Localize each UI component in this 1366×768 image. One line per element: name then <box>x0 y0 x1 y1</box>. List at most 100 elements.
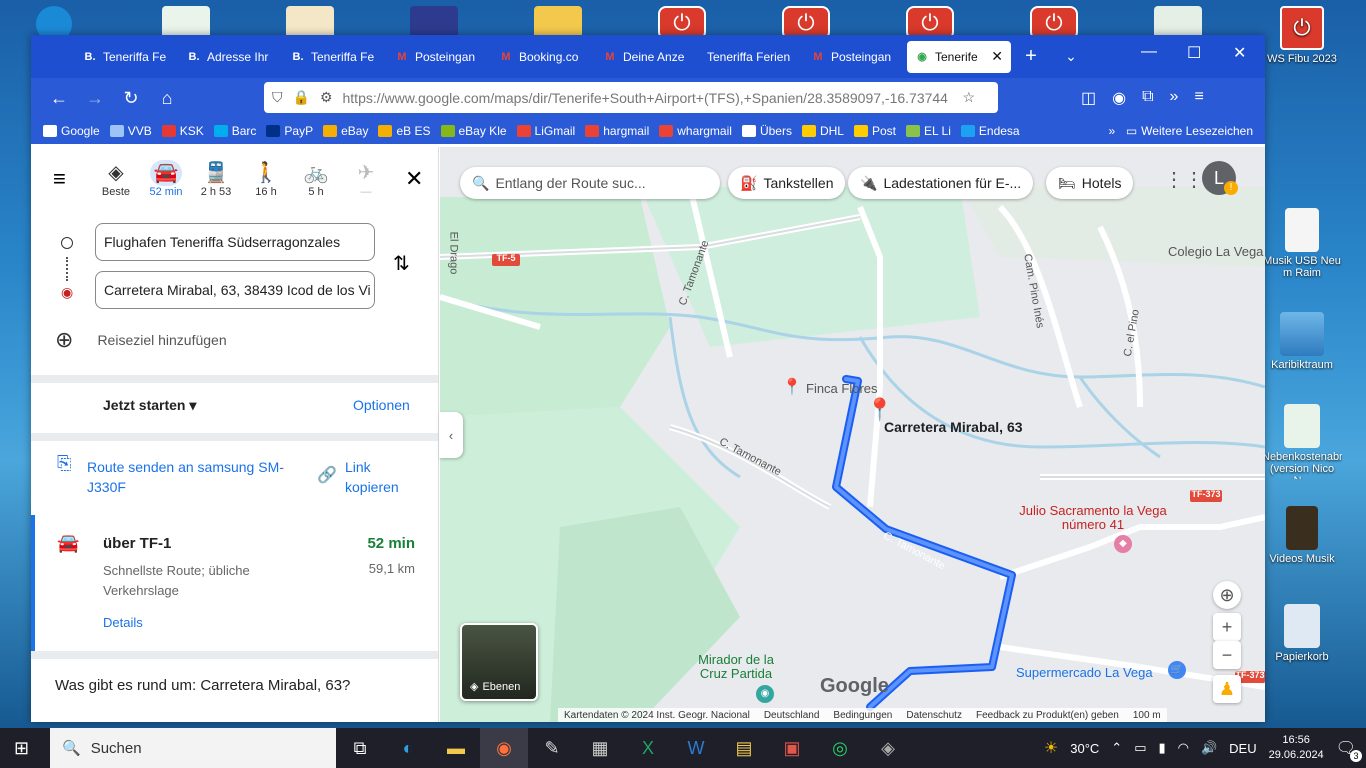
route-details-link[interactable]: Details <box>103 615 143 630</box>
tab[interactable]: B. Adresse Ihr <box>179 41 283 73</box>
chip-hotels[interactable]: 🛏 Hotels <box>1046 167 1134 199</box>
desktop-shortcut-ws-fibu[interactable]: ⏻ WS Fibu 2023 <box>1262 6 1342 65</box>
volume-icon[interactable]: 🔊 <box>1201 740 1217 756</box>
route-search-input[interactable]: 🔍 Entlang der Route suc... <box>460 167 720 199</box>
word-icon[interactable]: W <box>672 728 720 768</box>
tab-active[interactable]: ◉ Tenerife ✕ <box>907 40 1011 73</box>
zoom-in-button[interactable]: + <box>1213 613 1241 641</box>
mode-flight[interactable]: ✈ — <box>341 160 391 198</box>
task-view-icon[interactable]: ⧉ <box>336 728 384 768</box>
tab[interactable]: M Deine Anze <box>595 41 699 73</box>
bookmark-item[interactable]: VVB <box>109 124 152 138</box>
battery-icon[interactable]: ▮ <box>1158 740 1165 756</box>
tab[interactable]: M Booking.co <box>491 41 595 73</box>
language-indicator[interactable]: DEU <box>1229 741 1256 756</box>
wifi-icon[interactable]: ◠ <box>1178 740 1189 756</box>
overflow-icon[interactable]: » <box>1170 88 1179 108</box>
options-link[interactable]: Optionen <box>353 397 410 413</box>
close-tab-icon[interactable]: ✕ <box>991 48 1003 65</box>
menu-icon[interactable]: ≡ <box>53 166 83 192</box>
footer-feedback-link[interactable]: Feedback zu Produkt(en) geben <box>976 710 1119 721</box>
map-scale[interactable]: 100 m <box>1133 710 1161 721</box>
bookmark-item[interactable]: Barc <box>213 124 256 138</box>
notes-icon[interactable]: ▤ <box>720 728 768 768</box>
mode-transit[interactable]: 🚆 2 h 53 <box>191 160 241 198</box>
edge-icon[interactable]: ◐ <box>384 728 432 768</box>
bookmark-item[interactable]: eB ES <box>378 124 431 138</box>
mode-best[interactable]: ◈ Beste <box>91 160 141 198</box>
chevron-up-icon[interactable]: ⌃ <box>1111 740 1122 756</box>
reload-icon[interactable]: ↻ <box>113 88 149 109</box>
bookmark-item[interactable]: hargmail <box>585 124 649 138</box>
pocket-icon[interactable]: ◫ <box>1081 88 1096 108</box>
bookmark-item[interactable]: Endesa <box>960 124 1020 138</box>
destination-label[interactable]: Carretera Mirabal, 63 <box>884 419 1023 435</box>
home-icon[interactable]: ⌂ <box>149 88 185 109</box>
account-icon[interactable]: ◉ <box>1112 88 1126 108</box>
mode-walk[interactable]: 🚶 16 h <box>241 160 291 198</box>
bookmark-item[interactable]: Post <box>853 124 896 138</box>
bookmark-item[interactable]: whargmail <box>659 124 732 138</box>
taskbar-search[interactable]: 🔍 Suchen <box>50 728 336 768</box>
depart-time-select[interactable]: Jetzt starten ▾ <box>103 397 196 414</box>
clock[interactable]: 16:56 29.06.2024 <box>1269 733 1324 763</box>
more-bookmarks[interactable]: » ▭ Weitere Lesezeichen <box>1108 124 1265 138</box>
origin-input[interactable]: Flughafen Teneriffa Südserragonzales <box>95 223 375 261</box>
chip-gas-stations[interactable]: ⛽ Tankstellen <box>728 167 846 199</box>
desktop-shortcut-videos[interactable]: Videos Musik <box>1262 506 1342 565</box>
zoom-out-button[interactable]: − <box>1213 641 1241 669</box>
shield-icon[interactable]: ⛉ <box>272 89 283 106</box>
footer-terms-link[interactable]: Bedingungen <box>833 710 892 721</box>
bookmark-item[interactable]: eBay Kle <box>440 124 507 138</box>
bookmark-item[interactable]: PayP <box>266 124 313 138</box>
firefox-icon[interactable]: ◉ <box>480 728 528 768</box>
mode-car[interactable]: 🚘 52 min <box>141 160 191 198</box>
back-icon[interactable]: ← <box>41 88 77 109</box>
swap-icon[interactable]: ⇅ <box>393 251 410 276</box>
bookmark-item[interactable]: DHL <box>801 124 844 138</box>
file-explorer-icon[interactable]: ▬ <box>432 728 480 768</box>
desktop-shortcut-nebenkosten[interactable]: Nebenkostenabrech...2 (version Nico N... <box>1262 404 1342 479</box>
desktop-shortcut-recycle-bin[interactable]: Papierkorb <box>1262 604 1342 663</box>
menu-icon[interactable]: ≡ <box>1194 88 1203 108</box>
desktop-shortcut-musik[interactable]: Musik USB Neu m Raim <box>1262 208 1342 279</box>
bookmark-star-icon[interactable]: ☆ <box>963 89 976 106</box>
send-route-link[interactable]: Route senden an samsung SM-J330F <box>87 457 297 497</box>
bookmark-item[interactable]: eBay <box>323 124 368 138</box>
bookmark-item[interactable]: LiGmail <box>516 124 575 138</box>
footer-privacy-link[interactable]: Datenschutz <box>906 710 962 721</box>
close-window-icon[interactable]: ✕ <box>1233 43 1246 63</box>
add-destination-button[interactable]: ⊕ Reiseziel hinzufügen <box>55 327 227 353</box>
desktop-shortcut-karibik[interactable]: Karibiktraum <box>1262 312 1342 371</box>
close-icon[interactable]: ✕ <box>405 166 423 192</box>
url-text[interactable]: https://www.google.com/maps/dir/Tenerife… <box>343 90 953 106</box>
bookmark-item[interactable]: EL Li <box>905 124 951 138</box>
poi-supermarket[interactable]: Supermercado La Vega <box>1016 665 1153 680</box>
minimize-icon[interactable]: — <box>1141 43 1157 61</box>
forward-icon[interactable]: → <box>77 88 113 109</box>
excel-icon[interactable]: X <box>624 728 672 768</box>
tab[interactable]: M Posteingan <box>387 41 491 73</box>
temperature[interactable]: 30°C <box>1070 741 1099 756</box>
pegman-icon[interactable]: ♟ <box>1213 675 1241 703</box>
poi-colegio[interactable]: Colegio La Vega <box>1168 244 1263 259</box>
poi-finca[interactable]: Finca Flores <box>806 381 878 396</box>
bookmark-item[interactable]: KSK <box>161 124 204 138</box>
chip-charging[interactable]: 🔌 Ladestationen für E-... <box>848 167 1034 199</box>
route-card[interactable]: 🚘 über TF-1 52 min 59,1 km Schnellste Ro… <box>31 515 438 651</box>
poi-mirador[interactable]: Mirador de la Cruz Partida <box>686 653 786 681</box>
my-location-icon[interactable]: ⊕ <box>1213 581 1241 609</box>
extensions-icon[interactable]: ⧉ <box>1142 88 1153 108</box>
calculator-icon[interactable]: ▦ <box>576 728 624 768</box>
copy-link[interactable]: Link kopieren <box>345 457 415 497</box>
weather-icon[interactable]: ☀ <box>1044 738 1058 758</box>
map[interactable]: TF-5 TF-373 TF-373 🔍 Entlang der Route s… <box>440 147 1265 722</box>
vpn-icon[interactable]: ◈ <box>864 728 912 768</box>
maximize-icon[interactable]: ☐ <box>1187 43 1201 63</box>
tab[interactable]: B. Teneriffa Fe <box>283 41 387 73</box>
mode-bike[interactable]: 🚲 5 h <box>291 160 341 198</box>
lock-icon[interactable]: 🔒 <box>293 89 310 106</box>
poi-julio[interactable]: Julio Sacramento la Vega número 41 <box>1018 504 1168 532</box>
tab[interactable]: M Posteingan <box>803 41 907 73</box>
paint-icon[interactable]: ✎ <box>528 728 576 768</box>
